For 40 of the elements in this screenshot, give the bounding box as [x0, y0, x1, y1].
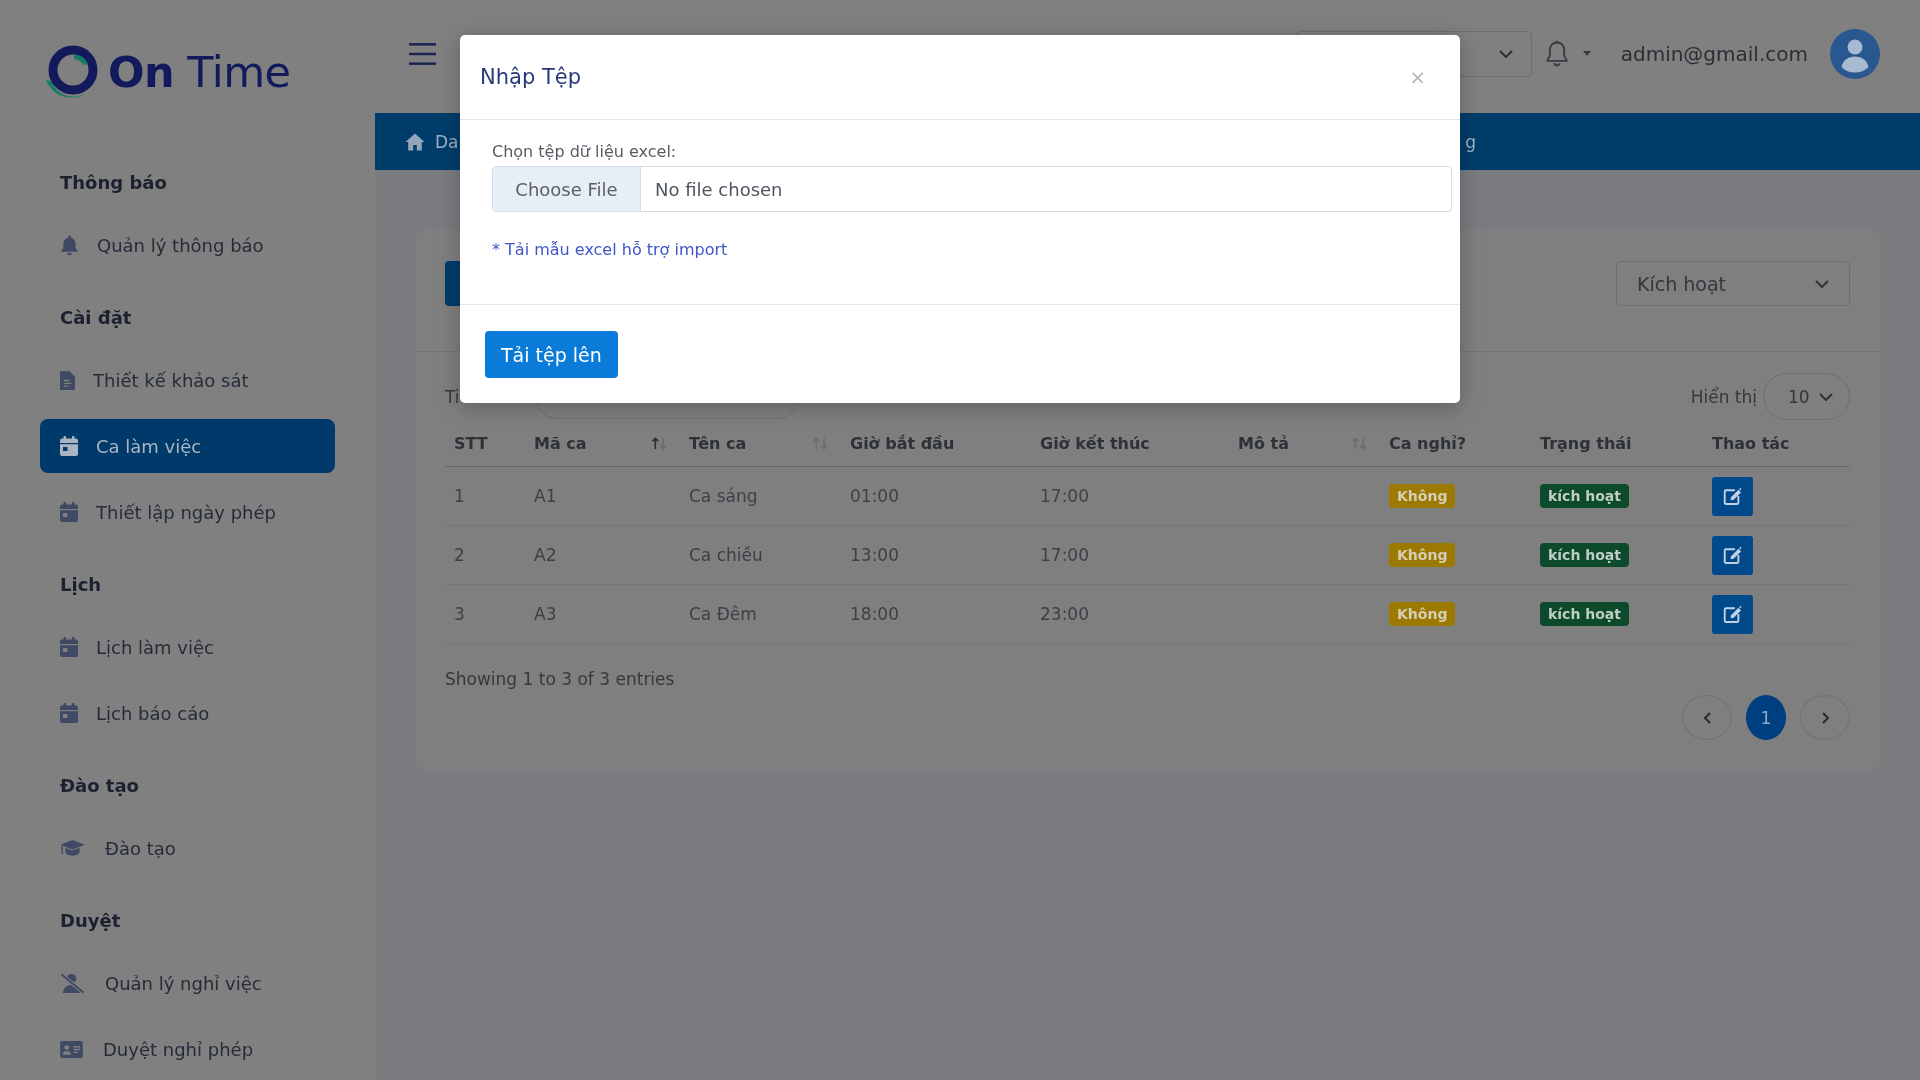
shift-code: A1: [534, 486, 557, 506]
column-header: Thao tác: [1712, 433, 1790, 453]
sidebar-heading: Duyệt: [59, 909, 122, 933]
sidebar-heading: Lịch: [59, 573, 103, 597]
column-header: Giờ bắt đầu: [850, 433, 955, 453]
breadcrumb-text: g: [1465, 131, 1476, 152]
day-off-badge: Không: [1389, 543, 1456, 567]
search-label: Ti: [445, 386, 460, 407]
column-header: Trạng thái: [1540, 433, 1632, 453]
row-number: 2: [454, 545, 465, 565]
shift-name: Ca Đêm: [689, 604, 757, 624]
logo-text: On Time: [108, 46, 291, 99]
status-badge: kích hoạt: [1540, 602, 1629, 626]
status-badge: kích hoạt: [1540, 484, 1629, 508]
column-header: Ca nghỉ?: [1389, 433, 1467, 453]
shift-name: Ca sáng: [689, 486, 758, 506]
sidebar-heading: Cài đặt: [59, 306, 133, 330]
status-badge: kích hoạt: [1540, 543, 1629, 567]
day-off-badge: Không: [1389, 484, 1456, 508]
shift-code: A2: [534, 545, 557, 565]
file-status: No file chosen: [654, 177, 783, 202]
end-time: 17:00: [1040, 486, 1089, 506]
row-number: 1: [454, 486, 465, 506]
row-number: 3: [454, 604, 465, 624]
entries-summary: Showing 1 to 3 of 3 entries: [445, 668, 676, 691]
start-time: 18:00: [850, 604, 899, 624]
shift-code: A3: [534, 604, 557, 624]
end-time: 23:00: [1040, 604, 1089, 624]
column-header: STT: [454, 433, 488, 453]
start-time: 13:00: [850, 545, 899, 565]
sidebar-heading: Đào tạo: [59, 774, 140, 798]
day-off-badge: Không: [1389, 602, 1456, 626]
column-header: Giờ kết thúc: [1040, 433, 1150, 453]
start-time: 01:00: [850, 486, 899, 506]
sidebar-heading: Thông báo: [59, 171, 168, 195]
page-size-label: Hiển thị: [1690, 386, 1757, 407]
field-label: Chọn tệp dữ liệu excel:: [492, 141, 678, 163]
dialog-title: Nhập Tệp: [480, 65, 581, 89]
shift-name: Ca chiều: [689, 545, 763, 565]
end-time: 17:00: [1040, 545, 1089, 565]
